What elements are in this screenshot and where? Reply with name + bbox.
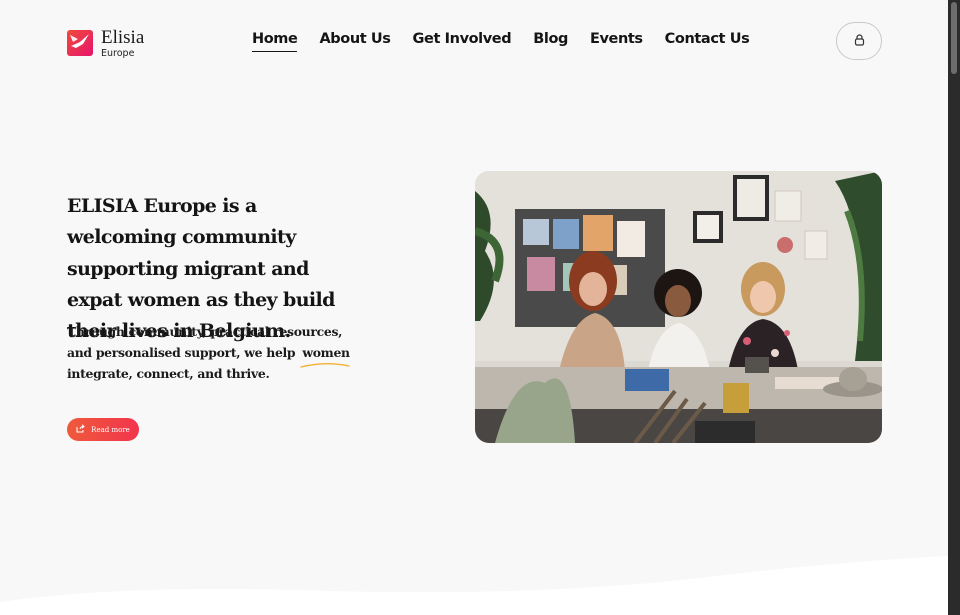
hero-subtitle-end: integrate, connect, and thrive. (67, 366, 270, 381)
brand-name: Elisia (101, 27, 145, 48)
page-scrollbar[interactable] (948, 0, 960, 615)
underline-swoosh-icon (300, 363, 351, 368)
hero-subtitle: Through community, practical resources, … (67, 321, 367, 384)
nav-about-us[interactable]: About Us (319, 31, 390, 52)
hero-photo-illustration (475, 171, 882, 443)
share-icon (76, 424, 85, 435)
nav-get-involved[interactable]: Get Involved (413, 31, 512, 52)
main-nav: Home About Us Get Involved Blog Events C… (252, 31, 750, 52)
logo-mark-icon (67, 30, 93, 57)
site-header: Elisia Europe Home About Us Get Involved… (0, 0, 948, 82)
nav-events[interactable]: Events (590, 31, 643, 52)
scrollbar-thumb[interactable] (951, 2, 957, 74)
highlighted-word: women (299, 342, 352, 368)
bottom-wave-divider (0, 556, 948, 615)
page: Elisia Europe Home About Us Get Involved… (0, 0, 948, 615)
highlight-text: women (302, 345, 350, 360)
hero-image (475, 171, 882, 443)
nav-blog[interactable]: Blog (533, 31, 568, 52)
lock-icon (854, 33, 865, 49)
account-button[interactable] (836, 22, 882, 60)
nav-home[interactable]: Home (252, 31, 298, 52)
read-more-label: Read more (91, 425, 130, 434)
nav-contact-us[interactable]: Contact Us (665, 31, 750, 52)
brand-logo[interactable]: Elisia Europe (67, 28, 144, 59)
brand-subtitle: Europe (101, 48, 135, 59)
read-more-button[interactable]: Read more (67, 418, 139, 441)
